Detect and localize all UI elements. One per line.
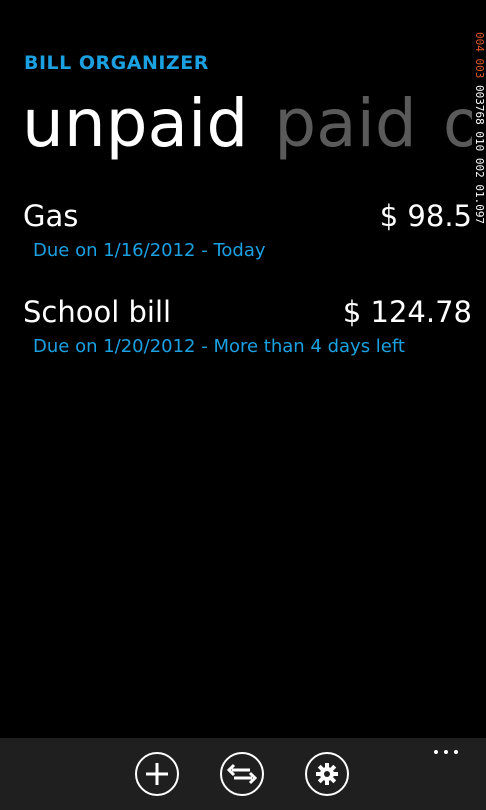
ellipsis-icon[interactable] <box>432 738 462 762</box>
settings-button[interactable] <box>305 752 349 796</box>
plus-icon <box>146 763 168 785</box>
bill-name: Gas <box>23 199 79 233</box>
bill-list: Gas $ 98.5 Due on 1/16/2012 - Today Scho… <box>0 195 472 387</box>
sync-arrows-icon <box>226 763 258 785</box>
bill-name: School bill <box>23 295 172 329</box>
app-title: BILL ORGANIZER <box>24 52 209 74</box>
add-bill-button[interactable] <box>135 752 179 796</box>
frame-rate-counter-red: 004 003 <box>473 32 486 79</box>
tab-unpaid[interactable]: unpaid <box>22 84 248 164</box>
frame-rate-counter-white: 003768 010 002 01.097 <box>473 84 486 225</box>
bill-due-date: Due on 1/16/2012 - Today <box>33 240 266 261</box>
bill-item-school[interactable]: School bill $ 124.78 Due on 1/20/2012 - … <box>0 291 472 387</box>
bill-amount: $ 98.5 <box>379 199 472 233</box>
pivot-header: unpaid paidov <box>22 84 472 170</box>
frame-rate-counter: 004 003 003768 010 002 01.097 <box>472 32 486 412</box>
tab-paid[interactable]: paid <box>274 84 417 164</box>
bill-item-gas[interactable]: Gas $ 98.5 Due on 1/16/2012 - Today <box>0 195 472 291</box>
sync-button[interactable] <box>220 752 264 796</box>
application-bar <box>0 738 486 810</box>
gear-icon <box>316 763 338 785</box>
bill-due-date: Due on 1/20/2012 - More than 4 days left <box>33 336 405 357</box>
tab-overview[interactable]: ov <box>443 84 472 164</box>
bill-amount: $ 124.78 <box>342 295 472 329</box>
